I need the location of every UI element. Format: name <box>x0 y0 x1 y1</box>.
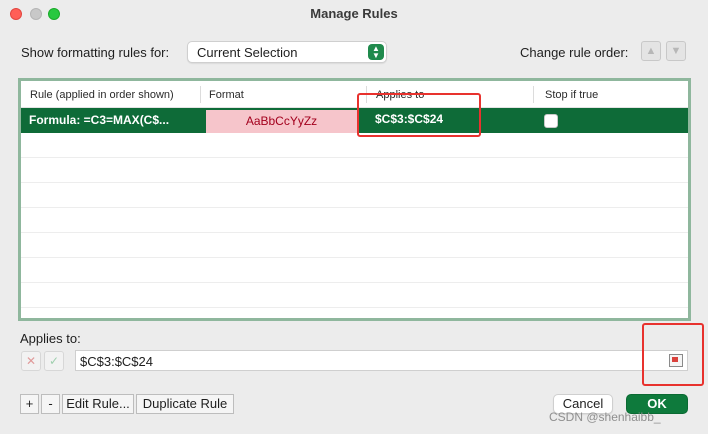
format-preview: AaBbCcYyZz <box>206 110 357 133</box>
updown-chevron-icon: ▲ ▼ <box>368 44 384 60</box>
rule-formula: Formula: =C3=MAX(C$... <box>29 113 170 127</box>
empty-row <box>21 233 688 258</box>
x-icon: ✕ <box>25 354 37 368</box>
empty-row <box>21 208 688 233</box>
empty-row <box>21 183 688 208</box>
remove-rule-button[interactable]: - <box>41 394 60 414</box>
stop-if-true-checkbox[interactable] <box>544 114 558 128</box>
edit-rule-button[interactable]: Edit Rule... <box>62 394 134 414</box>
applies-to-label: Applies to: <box>20 331 81 346</box>
empty-row <box>21 158 688 183</box>
confirm-range-button[interactable]: ✓ <box>44 351 64 371</box>
check-icon: ✓ <box>48 354 60 368</box>
show-rules-select[interactable]: Current Selection ▲ ▼ <box>187 41 387 63</box>
rules-table: Rule (applied in order shown) Format App… <box>18 78 691 321</box>
column-divider <box>533 86 534 103</box>
empty-row <box>21 133 688 158</box>
show-rules-value: Current Selection <box>197 45 298 60</box>
manage-rules-dialog: Manage Rules Show formatting rules for: … <box>0 0 708 434</box>
column-divider <box>200 86 201 103</box>
empty-row <box>21 258 688 283</box>
add-rule-button[interactable]: + <box>20 394 39 414</box>
header-rule[interactable]: Rule (applied in order shown) <box>30 89 174 101</box>
applies-to-input[interactable]: $C$3:$C$24 <box>75 350 688 371</box>
change-order-label: Change rule order: <box>520 45 629 60</box>
rule-row-selected[interactable]: Formula: =C3=MAX(C$... AaBbCcYyZz $C$3:$… <box>21 108 688 133</box>
rules-table-header: Rule (applied in order shown) Format App… <box>21 81 688 108</box>
arrow-down-icon: ▼ <box>670 45 682 57</box>
move-rule-up-button[interactable]: ▲ <box>641 41 661 61</box>
applies-to-value: $C$3:$C$24 <box>80 354 153 369</box>
empty-row <box>21 283 688 308</box>
header-stop-if-true[interactable]: Stop if true <box>545 89 598 101</box>
cancel-range-button[interactable]: ✕ <box>21 351 41 371</box>
move-rule-down-button[interactable]: ▼ <box>666 41 686 61</box>
duplicate-rule-button[interactable]: Duplicate Rule <box>136 394 234 414</box>
window-title: Manage Rules <box>310 6 398 21</box>
red-annotation-box <box>642 323 704 386</box>
arrow-up-icon: ▲ <box>645 45 657 57</box>
show-rules-label: Show formatting rules for: <box>21 45 170 60</box>
title-bar: Manage Rules <box>0 0 708 28</box>
header-format[interactable]: Format <box>209 89 244 101</box>
watermark: CSDN @shenhaibb_ <box>549 410 661 424</box>
red-annotation-box <box>357 93 481 137</box>
